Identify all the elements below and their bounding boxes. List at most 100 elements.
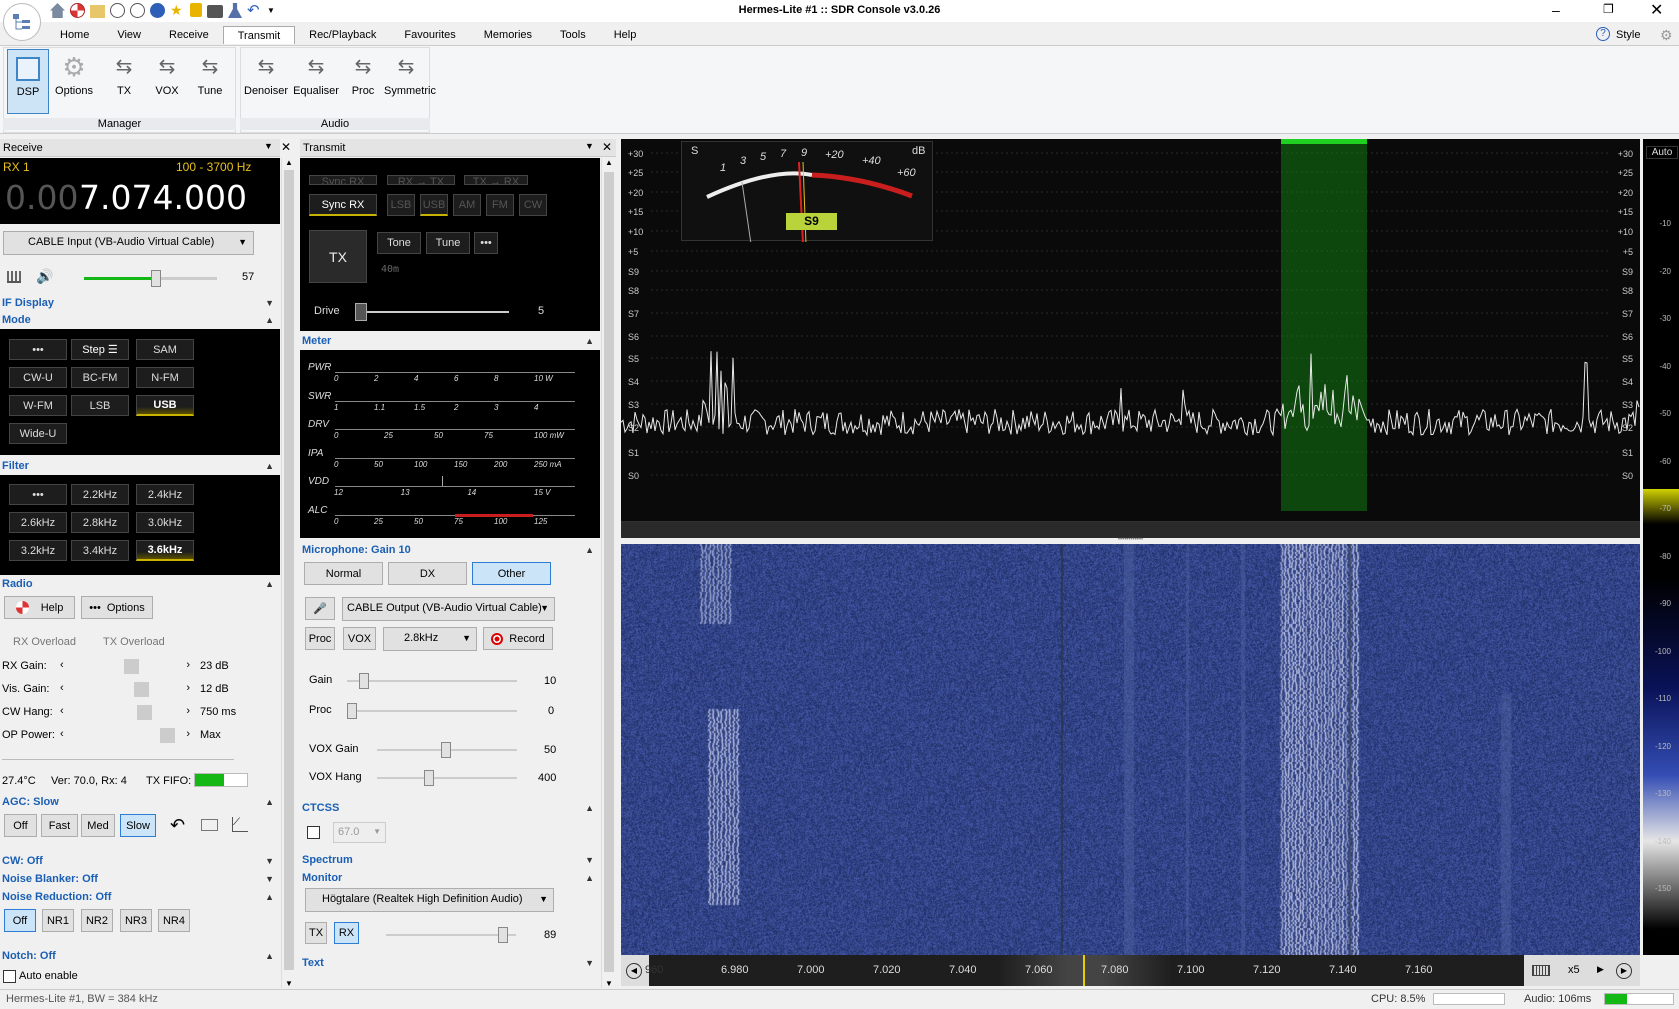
menu-home[interactable]: Home [46,26,103,44]
ctcss-section[interactable]: CTCSS ▲ [300,800,600,816]
slider-thumb[interactable] [359,673,369,689]
panel-menu-icon[interactable]: ▼ [585,141,594,151]
tx-mode-am[interactable]: AM [453,194,481,216]
if-display-section[interactable]: IF Display ▼ [0,295,280,311]
agc-med-button[interactable]: Med [81,814,115,837]
volume-slider[interactable] [84,277,217,280]
help-button[interactable]: Help [4,596,75,619]
slider-thumb[interactable] [424,770,434,786]
agc-off-button[interactable]: Off [4,814,37,837]
filter-2-4khz[interactable]: 2.4kHz [136,484,194,505]
cw-hang-slider[interactable]: ‹ › [60,705,190,720]
mode-w-fm[interactable]: W-FM [9,395,67,416]
db-scale[interactable]: -10 -20 -30 -40 -50 -60 -70 -80 -90 -100 -110 -120 -… [1643,139,1679,955]
zoom-next-icon[interactable]: ▶ [1597,964,1604,975]
mode-wide-u[interactable]: Wide-U [9,423,67,444]
equaliser-button[interactable]: ⇆ Equaliser [292,49,340,114]
mode-more-button[interactable]: ••• [9,339,67,360]
scrollbar-thumb[interactable] [284,170,294,970]
menu-receive[interactable]: Receive [155,26,223,44]
minimize-button[interactable]: – [1552,2,1568,18]
frequency-value[interactable]: 7.074.000 [79,178,247,217]
scroll-right-button[interactable]: ▶ [1616,963,1632,979]
slider-thumb[interactable] [347,703,357,719]
close-icon[interactable]: ✕ [602,140,612,154]
rx-gain-slider[interactable]: ‹ › [60,659,190,674]
tx-button-large[interactable]: TX [309,230,367,283]
tune-button[interactable]: ⇆ Tune [190,49,230,114]
graph-icon[interactable]: ⟋ [232,817,248,832]
nr1-button[interactable]: NR1 [42,909,74,932]
scrollbar-thumb[interactable] [604,172,614,972]
vox-button-tx[interactable]: VOX [343,627,376,650]
sync-rx-button[interactable]: Sync RX [309,194,377,216]
mic-dx-button[interactable]: DX [388,562,467,585]
symmetric-button[interactable]: ⇆ Symmetric [384,49,428,114]
rx-to-tx-button[interactable]: RX → TX [387,175,455,185]
filter-3-2khz[interactable]: 3.2kHz [9,540,67,561]
menu-transmit[interactable]: Transmit [223,26,295,44]
vox-button[interactable]: ⇆ VOX [147,49,187,114]
monitor-section[interactable]: Monitor ▲ [300,870,600,886]
filter-3-0khz[interactable]: 3.0kHz [136,512,194,533]
filter-3-6khz[interactable]: 3.6kHz [136,540,194,561]
filter-2-8khz[interactable]: 2.8kHz [71,512,129,533]
auto-enable-checkbox[interactable] [3,970,16,983]
tx-more-button[interactable]: ••• [474,232,498,254]
speaker-icon[interactable]: 🔊 [36,268,53,285]
microphone-section[interactable]: Microphone: Gain 10 ▲ [300,542,600,558]
noise-reduction-section[interactable]: Noise Reduction: Off ▲ [0,889,280,905]
close-button[interactable]: ✕ [1650,0,1666,20]
monitor-tx-button[interactable]: TX [305,922,327,944]
notch-section[interactable]: Notch: Off ▲ [0,948,280,964]
keyboard-icon[interactable] [1532,965,1550,976]
ctcss-checkbox[interactable] [307,826,320,839]
mic-input-select[interactable]: CABLE Output (VB-Audio Virtual Cable) ▼ [342,597,555,621]
tx-mode-fm[interactable]: FM [486,194,514,216]
slider-thumb[interactable] [441,742,451,758]
menu-view[interactable]: View [103,26,155,44]
mode-n-fm[interactable]: N-FM [136,367,194,388]
proc-slider[interactable] [347,710,517,712]
spectrum-bars-icon[interactable] [7,271,21,283]
ctcss-tone-select[interactable]: 67.0 ▼ [333,822,386,843]
tx-mode-lsb[interactable]: LSB [387,194,415,216]
filter-2-6khz[interactable]: 2.6kHz [9,512,67,533]
nr4-button[interactable]: NR4 [158,909,190,932]
filter-section[interactable]: Filter ▲ [0,458,280,474]
mode-lsb[interactable]: LSB [71,395,129,416]
panel-menu-icon[interactable]: ▼ [264,141,273,151]
menu-memories[interactable]: Memories [470,26,546,44]
nr3-button[interactable]: NR3 [120,909,152,932]
waterfall-display[interactable] [621,544,1640,955]
text-section[interactable]: Text ▼ [300,955,600,971]
vox-gain-slider[interactable] [377,749,517,751]
mode-usb[interactable]: USB [136,395,194,416]
meter-section[interactable]: Meter ▲ [300,333,600,349]
filter-3-4khz[interactable]: 3.4kHz [71,540,129,561]
denoiser-button[interactable]: ⇆ Denoiser [244,49,288,114]
radio-options-button[interactable]: ••• Options [81,596,153,619]
cw-section[interactable]: CW: Off ▼ [0,853,280,869]
options-button[interactable]: ⚙ Options [52,49,96,114]
tx-mode-cw[interactable]: CW [519,194,547,216]
menu-tools[interactable]: Tools [546,26,600,44]
proc-button[interactable]: Proc [305,627,335,650]
vis-gain-slider[interactable]: ‹ › [60,682,190,697]
restore-button[interactable]: ❐ [1603,2,1619,16]
drive-slider[interactable] [355,311,509,313]
nr-off-button[interactable]: Off [4,909,36,932]
vox-hang-slider[interactable] [377,777,517,779]
nr2-button[interactable]: NR2 [81,909,113,932]
receive-scrollbar[interactable]: ▲ ▼ [281,158,296,988]
dsp-button[interactable]: DSP [7,49,49,114]
slider-thumb[interactable] [151,270,161,287]
tune-tx-button[interactable]: Tune [426,232,470,254]
zoom-level[interactable]: x5 [1568,964,1580,976]
undo-icon[interactable]: ↶ [170,815,185,836]
agc-slow-button[interactable]: Slow [120,814,156,837]
mode-bc-fm[interactable]: BC-FM [71,367,129,388]
agc-section[interactable]: AGC: Slow ▲ [0,794,280,810]
transmit-scrollbar[interactable]: ▲ ▼ [601,158,616,988]
tx-bandwidth-select[interactable]: 2.8kHz ▼ [383,627,477,651]
